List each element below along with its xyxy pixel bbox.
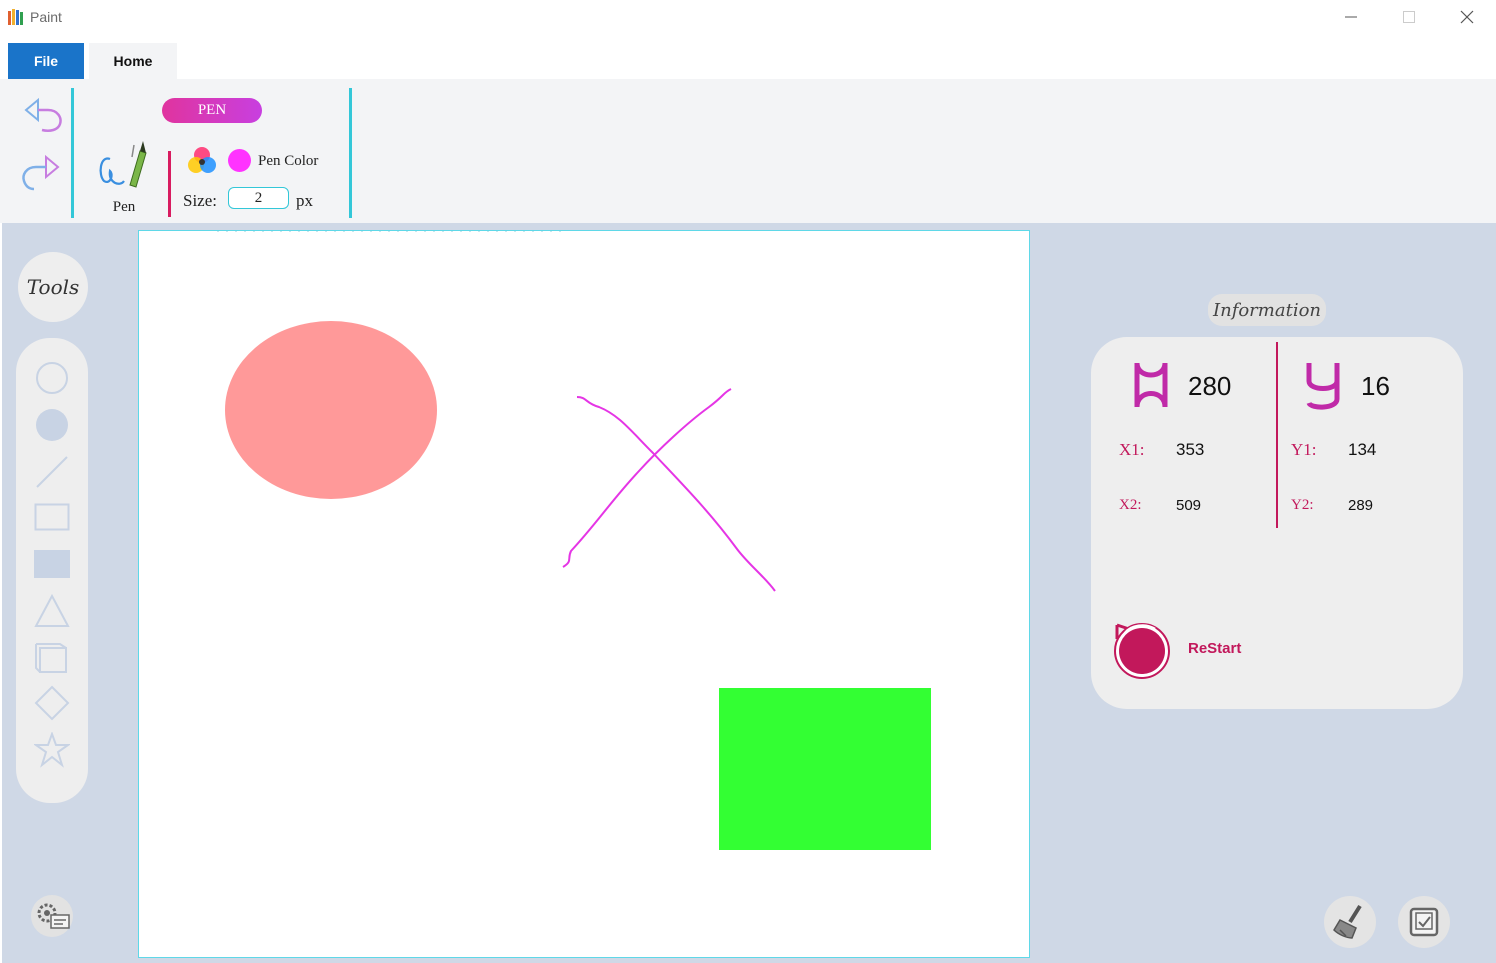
- window-title: Paint: [30, 9, 62, 25]
- close-icon: [1460, 10, 1474, 24]
- workspace: Tools Information 280 16 X1: 353 Y1: 134…: [2, 223, 1496, 963]
- green-rectangle: [719, 688, 931, 850]
- rectangle-filled-icon: [34, 550, 70, 578]
- undo-icon[interactable]: [20, 96, 64, 136]
- rectangle-filled-tool[interactable]: [34, 546, 70, 582]
- information-title: Information: [1208, 294, 1326, 326]
- x2-label: X2:: [1119, 497, 1142, 513]
- tools-title: Tools: [18, 252, 88, 322]
- paint-app-icon: [8, 9, 23, 25]
- ribbon-panel: PEN Pen Pen Color Size: px: [0, 79, 1496, 223]
- close-button[interactable]: [1438, 0, 1496, 34]
- pen-color-label: Pen Color: [258, 153, 319, 169]
- triangle-tool[interactable]: [34, 593, 70, 629]
- title-bar: Paint: [0, 0, 1496, 36]
- info-divider: [1276, 342, 1278, 528]
- x1-value: 353: [1176, 440, 1205, 459]
- restart-icon[interactable]: [1111, 619, 1171, 679]
- ribbon-divider: [349, 88, 352, 218]
- line-icon: [36, 456, 68, 488]
- x-letter-icon: [1134, 362, 1168, 408]
- y2-value: 289: [1348, 497, 1374, 514]
- settings-button[interactable]: [26, 890, 78, 942]
- circle-outline-icon: [36, 362, 68, 394]
- circle-outline-tool[interactable]: [34, 360, 70, 396]
- broom-icon: [1333, 904, 1362, 939]
- y-value: 16: [1361, 371, 1390, 401]
- pen-color-swatch[interactable]: [228, 149, 251, 172]
- x2-value: 509: [1176, 497, 1202, 514]
- circle-filled-icon: [36, 409, 68, 441]
- line-tool[interactable]: [34, 454, 70, 490]
- color-palette-icon[interactable]: [186, 145, 218, 177]
- minimize-button[interactable]: [1322, 0, 1380, 34]
- minimize-icon: [1345, 16, 1357, 18]
- magenta-freehand-stroke: [576, 396, 776, 592]
- paint-window: Paint File Home PEN Pen Pen Color Size: …: [0, 0, 1496, 963]
- diamond-tool[interactable]: [34, 685, 70, 721]
- magenta-freehand-stroke: [562, 388, 732, 568]
- canvas-drawing: [217, 228, 931, 850]
- save-button[interactable]: [1398, 896, 1450, 948]
- x1-label: X1:: [1119, 440, 1145, 459]
- tab-file[interactable]: File: [8, 43, 84, 79]
- save-icon: [1409, 907, 1439, 937]
- information-panel: 280 16 X1: 353 Y1: 134 X2: 509 Y2: 289 R…: [1091, 337, 1463, 709]
- star-tool[interactable]: [34, 732, 70, 768]
- pen-tool-label: Pen: [112, 199, 136, 215]
- mode-badge: PEN: [162, 98, 262, 123]
- size-unit-label: px: [296, 191, 313, 210]
- star-icon: [34, 732, 70, 768]
- tab-home[interactable]: Home: [89, 43, 177, 79]
- cube-tool[interactable]: [34, 639, 70, 675]
- pen-tool-icon[interactable]: [96, 137, 152, 193]
- salmon-ellipse: [225, 321, 437, 499]
- rectangle-outline-tool[interactable]: [34, 499, 70, 535]
- circle-filled-tool[interactable]: [34, 407, 70, 443]
- rectangle-outline-icon: [34, 503, 70, 531]
- size-label: Size:: [183, 191, 217, 210]
- maximize-button[interactable]: [1380, 0, 1438, 34]
- size-input[interactable]: [228, 187, 289, 209]
- toolbox: [16, 338, 88, 803]
- ribbon-divider: [71, 88, 74, 218]
- x-value: 280: [1188, 371, 1232, 401]
- ribbon-tabs: File Home: [0, 36, 1496, 79]
- triangle-icon: [34, 594, 70, 627]
- redo-icon[interactable]: [20, 153, 64, 193]
- restart-label[interactable]: ReStart: [1188, 640, 1241, 657]
- pen-divider: [168, 151, 171, 217]
- cube-icon: [35, 643, 67, 673]
- y1-label: Y1:: [1291, 440, 1317, 459]
- diamond-icon: [34, 685, 70, 721]
- clear-canvas-button[interactable]: [1324, 896, 1376, 948]
- y-letter-icon: [1306, 363, 1340, 410]
- y2-label: Y2:: [1291, 497, 1314, 513]
- y1-value: 134: [1348, 440, 1377, 459]
- drawing-canvas[interactable]: [138, 228, 1030, 958]
- settings-gear-icon: [31, 895, 73, 937]
- maximize-icon: [1403, 11, 1415, 23]
